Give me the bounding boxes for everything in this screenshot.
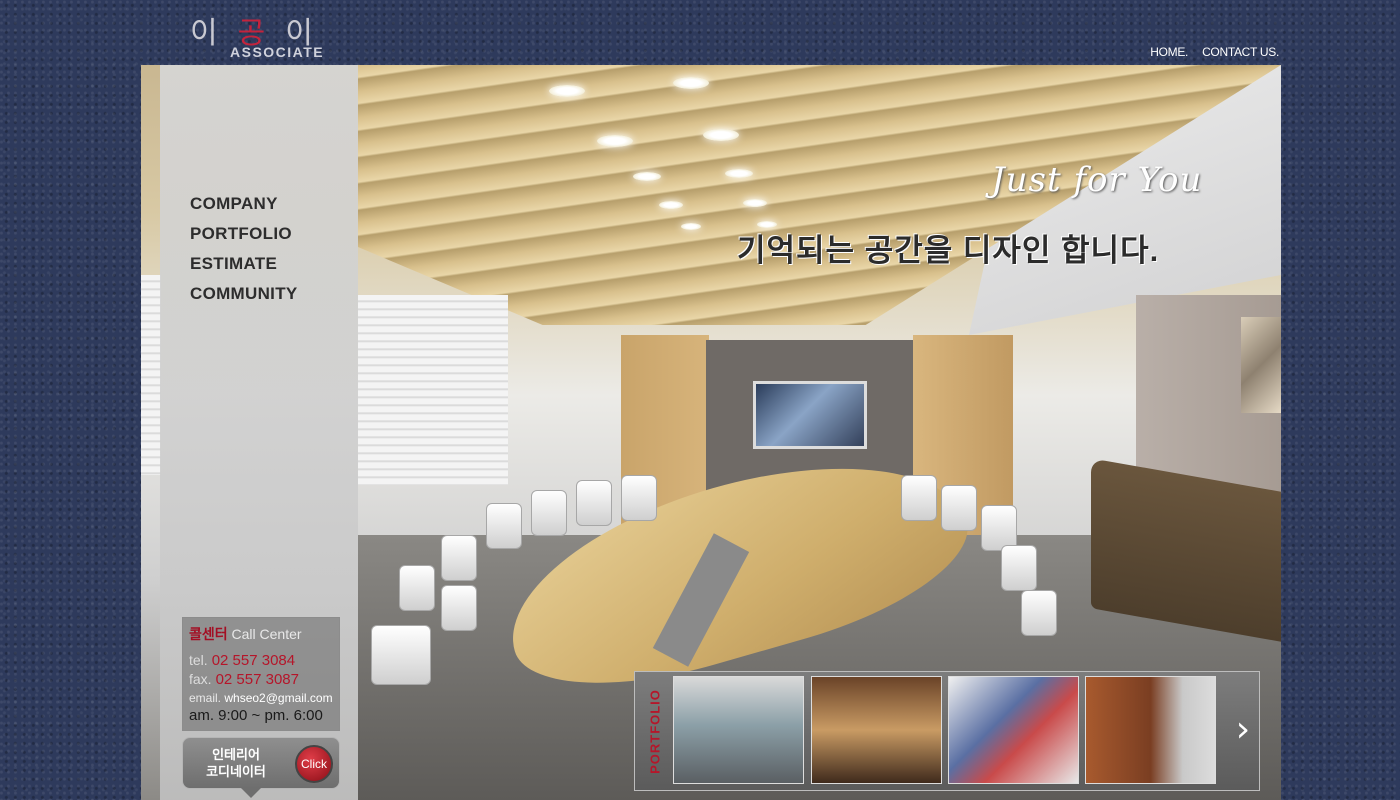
ceiling-light xyxy=(633,172,661,181)
email-line: email. whseo2@gmail.com xyxy=(189,691,333,705)
coordinator-banner[interactable]: 인테리어 코디네이터 Click xyxy=(182,737,340,798)
chair xyxy=(441,585,477,631)
call-center-box: 콜센터 Call Center tel. 02 557 3084 fax. 02 5… xyxy=(182,617,340,731)
side-panel: COMPANY PORTFOLIO ESTIMATE COMMUNITY 콜센터… xyxy=(160,65,358,800)
fax-number: 02 557 3087 xyxy=(215,671,299,688)
hero-stage: Just for You 기억되는 공간을 디자인 합니다. COMPANY P… xyxy=(141,65,1281,800)
top-nav: HOME. CONTACT US. xyxy=(1150,45,1279,59)
logo[interactable]: 이공이 ASSOCIATE xyxy=(186,6,336,64)
window-blinds-left xyxy=(141,275,161,475)
portfolio-thumb-conference[interactable] xyxy=(673,676,804,784)
call-center-title: 콜센터 Call Center xyxy=(189,626,302,642)
portfolio-label: PORTFOLIO xyxy=(647,689,663,774)
ceiling-light xyxy=(549,85,585,97)
ceiling-light xyxy=(597,135,633,147)
chair xyxy=(486,503,522,549)
chair xyxy=(531,490,567,536)
chair xyxy=(441,535,477,581)
logo-subtitle: ASSOCIATE xyxy=(230,44,325,60)
next-arrow-icon[interactable]: › xyxy=(1231,708,1255,752)
window-blinds xyxy=(358,295,508,485)
wall-tv xyxy=(753,381,867,449)
main-menu: COMPANY PORTFOLIO ESTIMATE COMMUNITY xyxy=(190,193,298,313)
chair xyxy=(399,565,435,611)
hero-tagline-ko: 기억되는 공간을 디자인 합니다. xyxy=(737,233,1160,268)
portfolio-thumb-lounge[interactable] xyxy=(811,676,942,784)
chair xyxy=(576,480,612,526)
coordinator-text: 인테리어 코디네이터 xyxy=(206,747,266,779)
menu-company[interactable]: COMPANY xyxy=(190,193,298,223)
tel-number[interactable]: 02 557 3084 xyxy=(212,652,295,669)
ceiling-light xyxy=(673,77,709,89)
business-hours: am. 9:00 ~ pm. 6:00 xyxy=(189,707,323,724)
menu-portfolio[interactable]: PORTFOLIO xyxy=(190,223,298,253)
ceiling-light xyxy=(743,199,767,207)
fax-line: fax. 02 557 3087 xyxy=(189,671,299,688)
chair xyxy=(901,475,937,521)
chair xyxy=(621,475,657,521)
home-link[interactable]: HOME. xyxy=(1150,45,1188,59)
portfolio-thumb-building[interactable] xyxy=(1085,676,1216,784)
ceiling-light xyxy=(659,201,683,209)
tel-line: tel. 02 557 3084 xyxy=(189,652,296,669)
ceiling-light xyxy=(703,129,739,141)
chair xyxy=(1001,545,1037,591)
portfolio-thumb-floorplan[interactable] xyxy=(948,676,1079,784)
chair xyxy=(1021,590,1057,636)
wall-art xyxy=(1241,317,1281,413)
email-link[interactable]: whseo2@gmail.com xyxy=(224,691,332,705)
menu-estimate[interactable]: ESTIMATE xyxy=(190,253,298,283)
chair xyxy=(371,625,431,685)
click-button[interactable]: Click xyxy=(295,745,333,783)
portfolio-strip: PORTFOLIO › xyxy=(634,671,1260,791)
contact-link[interactable]: CONTACT US. xyxy=(1202,45,1279,59)
chair xyxy=(941,485,977,531)
ceiling-light xyxy=(681,223,701,230)
ceiling-light xyxy=(725,169,753,178)
hero-tagline-en: Just for You xyxy=(991,160,1203,200)
menu-community[interactable]: COMMUNITY xyxy=(190,283,298,313)
